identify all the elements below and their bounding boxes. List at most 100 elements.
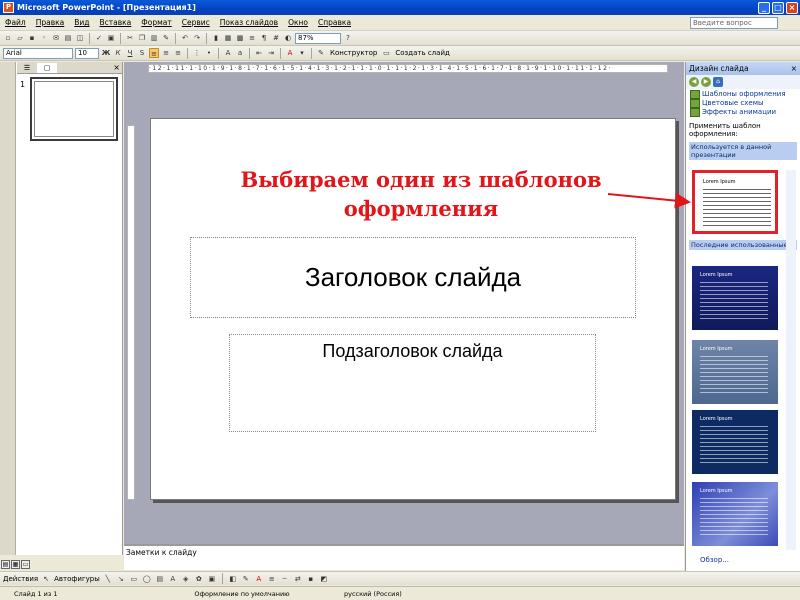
increase-indent-icon[interactable]: ⇥ — [266, 48, 276, 58]
font-color-dropdown-icon[interactable]: ▾ — [297, 48, 307, 58]
align-center-icon[interactable]: ≡ — [161, 48, 171, 58]
menu-slideshow[interactable]: Показ слайдов — [215, 18, 283, 27]
align-left-icon[interactable]: ≡ — [149, 48, 159, 58]
dash-style-icon[interactable]: ┄ — [280, 574, 290, 584]
menu-format[interactable]: Формат — [136, 18, 176, 27]
spelling-icon[interactable]: ✓ — [94, 33, 104, 43]
fill-color-icon[interactable]: ◧ — [228, 574, 238, 584]
slide-thumbnail[interactable] — [30, 77, 118, 141]
shadow-style-icon[interactable]: ▪ — [306, 574, 316, 584]
save-icon[interactable]: ▪ — [27, 33, 37, 43]
normal-view-icon[interactable]: ▤ — [1, 560, 10, 569]
actions-menu[interactable]: Действия — [3, 575, 38, 583]
bullets-icon[interactable]: • — [204, 48, 214, 58]
line-color-icon[interactable]: ✎ — [241, 574, 251, 584]
menu-edit[interactable]: Правка — [31, 18, 70, 27]
subtitle-placeholder[interactable]: Подзаголовок слайда — [229, 334, 596, 432]
undo-icon[interactable]: ↶ — [180, 33, 190, 43]
permission-icon[interactable]: ◦ — [39, 33, 49, 43]
italic-button[interactable]: К — [113, 48, 123, 58]
wordart-icon[interactable]: A — [168, 574, 178, 584]
menu-window[interactable]: Окно — [283, 18, 313, 27]
sorter-view-icon[interactable]: ▦ — [11, 560, 20, 569]
minimize-button[interactable]: _ — [758, 1, 770, 14]
font-color-icon[interactable]: A — [285, 48, 295, 58]
shadow-button[interactable]: S — [137, 48, 147, 58]
line-style-icon[interactable]: ≡ — [267, 574, 277, 584]
menu-file[interactable]: Файл — [0, 18, 31, 27]
task-pane-scrollbar[interactable] — [786, 170, 796, 550]
3d-style-icon[interactable]: ◩ — [319, 574, 329, 584]
forward-icon[interactable]: ▶ — [701, 77, 711, 87]
notes-pane[interactable]: Заметки к слайду — [124, 544, 684, 570]
email-icon[interactable]: ✉ — [51, 33, 61, 43]
title-placeholder[interactable]: Заголовок слайда — [190, 237, 636, 318]
autoshapes-menu[interactable]: Автофигуры — [54, 575, 100, 583]
designer-button[interactable]: Конструктор — [328, 49, 379, 57]
cut-icon[interactable]: ✂ — [125, 33, 135, 43]
back-icon[interactable]: ◀ — [689, 77, 699, 87]
arrow-style-icon[interactable]: ⇄ — [293, 574, 303, 584]
decrease-indent-icon[interactable]: ⇤ — [254, 48, 264, 58]
chart-icon[interactable]: ▮ — [211, 33, 221, 43]
diagram-icon[interactable]: ◈ — [181, 574, 191, 584]
textbox-icon[interactable]: ▤ — [155, 574, 165, 584]
maximize-button[interactable]: □ — [772, 1, 784, 14]
template-navy[interactable]: Lorem Ipsum — [692, 410, 778, 474]
expand-icon[interactable]: ≡ — [247, 33, 257, 43]
oval-icon[interactable]: ◯ — [142, 574, 152, 584]
tables-borders-icon[interactable]: ▩ — [235, 33, 245, 43]
arrow-icon[interactable]: ↘ — [116, 574, 126, 584]
grid-icon[interactable]: # — [271, 33, 281, 43]
increase-font-icon[interactable]: A — [223, 48, 233, 58]
line-icon[interactable]: ╲ — [103, 574, 113, 584]
browse-templates-link[interactable]: Обзор... — [700, 556, 729, 564]
close-button[interactable]: × — [786, 1, 798, 14]
print-icon[interactable]: ▤ — [63, 33, 73, 43]
underline-button[interactable]: Ч — [125, 48, 135, 58]
select-objects-icon[interactable]: ↖ — [41, 574, 51, 584]
format-painter-icon[interactable]: ✎ — [161, 33, 171, 43]
slides-pane-close-icon[interactable]: × — [113, 63, 120, 72]
design-templates-link[interactable]: Шаблоны оформления — [686, 89, 800, 99]
new-icon[interactable]: ▫ — [3, 33, 13, 43]
research-icon[interactable]: ▣ — [106, 33, 116, 43]
paste-icon[interactable]: ▥ — [149, 33, 159, 43]
rectangle-icon[interactable]: ▭ — [129, 574, 139, 584]
picture-icon[interactable]: ▣ — [207, 574, 217, 584]
table-icon[interactable]: ▦ — [223, 33, 233, 43]
clipart-icon[interactable]: ✿ — [194, 574, 204, 584]
font-size-select[interactable]: 10 — [75, 47, 99, 59]
template-steel-blue[interactable]: Lorem Ipsum — [692, 340, 778, 404]
preview-icon[interactable]: ◫ — [75, 33, 85, 43]
text-color-icon[interactable]: A — [254, 574, 264, 584]
new-slide-button[interactable]: Создать слайд — [393, 49, 451, 57]
slides-tab-icon[interactable]: ▢ — [37, 62, 57, 73]
home-icon[interactable]: ⌂ — [713, 77, 723, 87]
zoom-select[interactable]: 87% — [295, 32, 341, 44]
decrease-font-icon[interactable]: a — [235, 48, 245, 58]
font-select[interactable]: Arial — [3, 47, 73, 59]
copy-icon[interactable]: ❐ — [137, 33, 147, 43]
template-default-white[interactable]: Lorem Ipsum — [692, 170, 778, 234]
menu-tools[interactable]: Сервис — [177, 18, 215, 27]
template-gradient-blue[interactable]: Lorem Ipsum — [692, 482, 778, 546]
redo-icon[interactable]: ↷ — [192, 33, 202, 43]
bold-button[interactable]: Ж — [101, 48, 111, 58]
formatting-icon[interactable]: ¶ — [259, 33, 269, 43]
color-grayscale-icon[interactable]: ◐ — [283, 33, 293, 43]
ask-question-input[interactable]: Введите вопрос — [690, 16, 778, 29]
numbering-icon[interactable]: ⋮ — [192, 48, 202, 58]
slideshow-view-icon[interactable]: ▭ — [21, 560, 30, 569]
menu-help[interactable]: Справка — [313, 18, 356, 27]
open-icon[interactable]: ▱ — [15, 33, 25, 43]
menu-insert[interactable]: Вставка — [95, 18, 137, 27]
template-dark-blue[interactable]: Lorem Ipsum — [692, 266, 778, 330]
menu-view[interactable]: Вид — [69, 18, 94, 27]
outline-tab-icon[interactable]: ☰ — [17, 63, 37, 73]
task-pane-close-icon[interactable]: × — [791, 62, 797, 75]
align-right-icon[interactable]: ≡ — [173, 48, 183, 58]
help-icon[interactable]: ? — [343, 33, 353, 43]
animation-schemes-link[interactable]: Эффекты анимации — [686, 107, 800, 117]
color-schemes-link[interactable]: Цветовые схемы — [686, 98, 800, 108]
